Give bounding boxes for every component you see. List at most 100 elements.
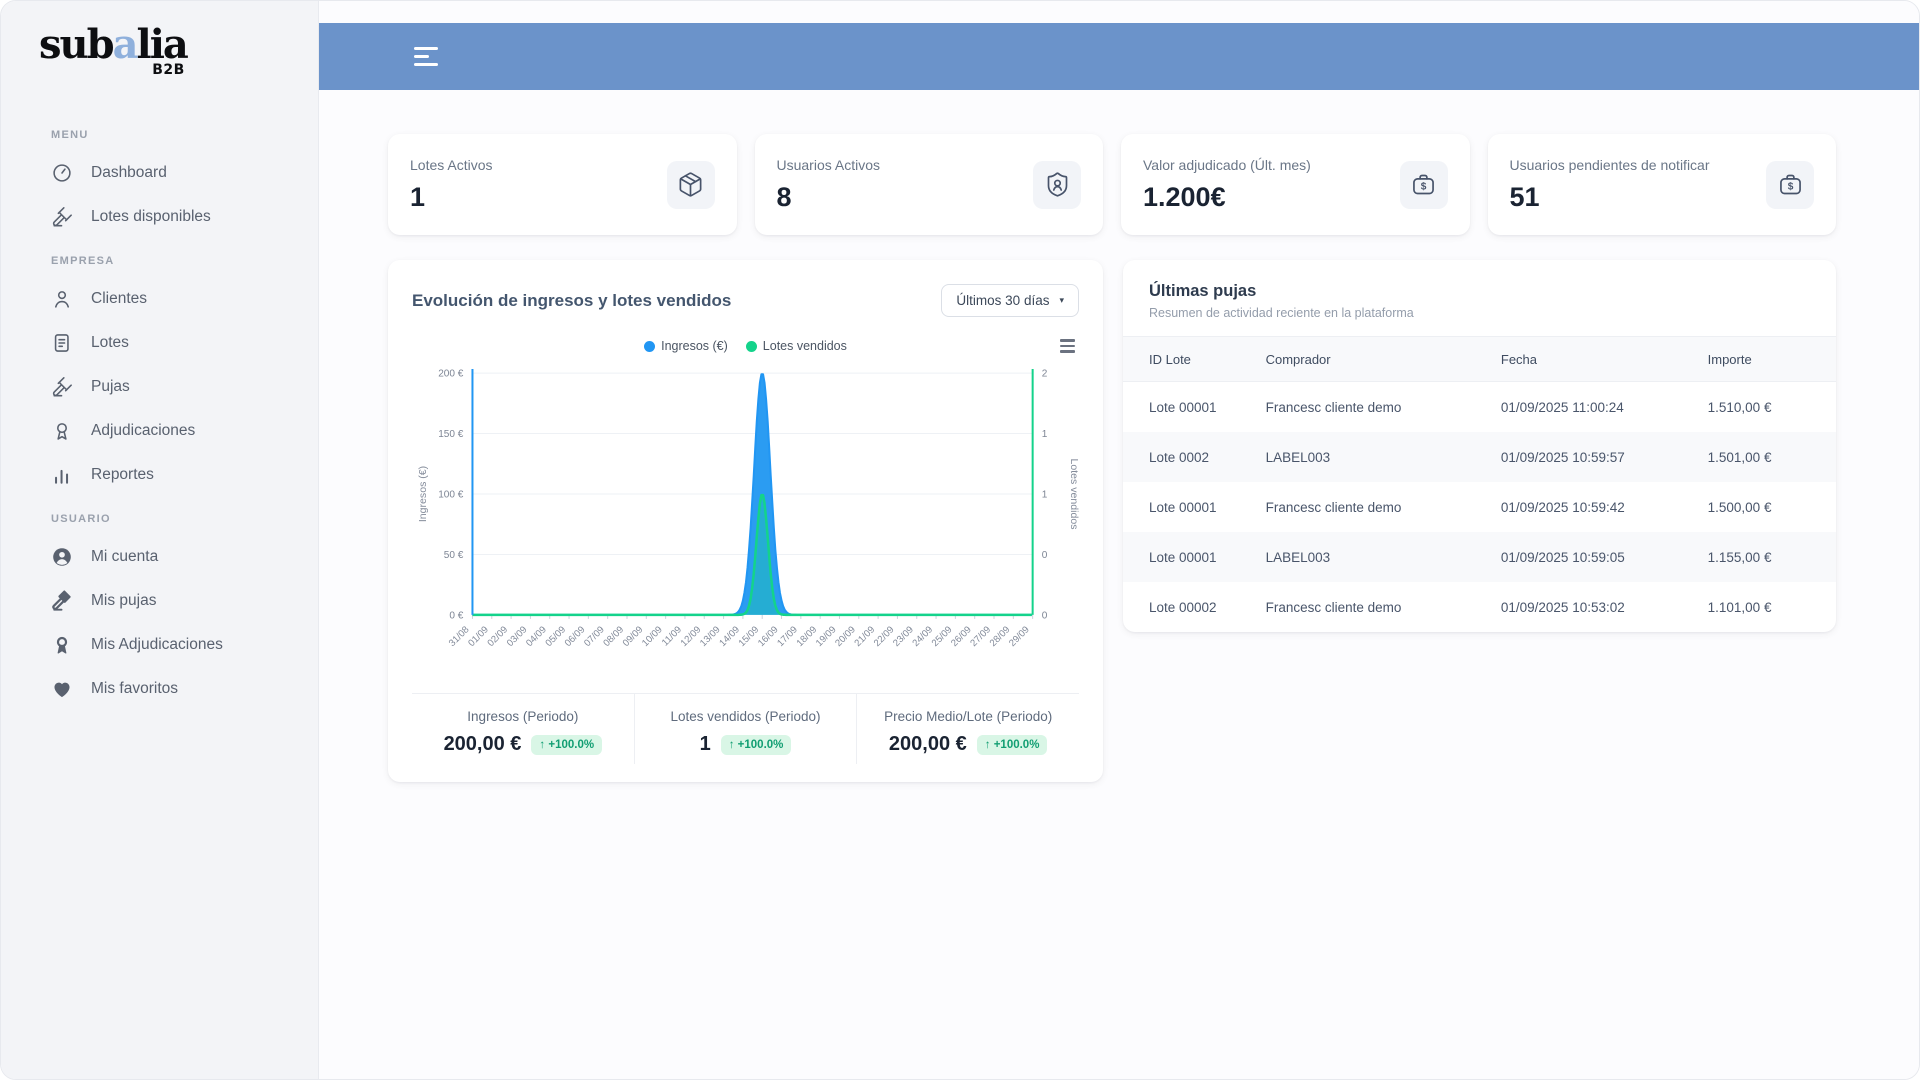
legend-item-lotes-vendidos[interactable]: Lotes vendidos	[745, 339, 847, 353]
main-area: Lotes Activos 1 Usuarios Activos 8 Valor…	[319, 1, 1919, 1079]
sidebar-items-empresa: Clientes Lotes Pujas Adjudicaciones Repo…	[1, 277, 318, 497]
sidebar-item-mis-adjudicaciones[interactable]: Mis Adjudicaciones	[1, 623, 318, 667]
trend-badge: ↑ +100.0%	[531, 734, 603, 755]
svg-text:Ingresos (€): Ingresos (€)	[417, 466, 429, 522]
svg-text:2: 2	[1042, 369, 1048, 380]
gavel-icon	[51, 206, 73, 228]
puja-row[interactable]: Lote 00001 Francesc cliente demo 01/09/2…	[1123, 382, 1836, 432]
cell-comprador: LABEL003	[1265, 449, 1331, 465]
stat-value: 8	[776, 181, 792, 212]
puja-row[interactable]: Lote 00002 Francesc cliente demo 01/09/2…	[1123, 582, 1836, 632]
trend-badge: ↑ +100.0%	[976, 734, 1048, 755]
stat-value: 1.200€	[1143, 181, 1226, 212]
file-icon	[51, 332, 73, 354]
puja-row[interactable]: Lote 00001 Francesc cliente demo 01/09/2…	[1123, 482, 1836, 532]
cell-id-lote: Lote 00001	[1149, 549, 1217, 565]
sidebar-item-reportes[interactable]: Reportes	[1, 453, 318, 497]
app-window: subalia B2B MENU Dashboard Lotes disponi…	[0, 0, 1920, 1080]
svg-text:0: 0	[1042, 550, 1048, 561]
cell-comprador: Francesc cliente demo	[1265, 599, 1402, 615]
dashboard-content: Lotes Activos 1 Usuarios Activos 8 Valor…	[319, 90, 1919, 783]
sidebar-item-mi-cuenta[interactable]: Mi cuenta	[1, 535, 318, 579]
svg-text:10/09: 10/09	[640, 624, 665, 649]
svg-text:01/09: 01/09	[466, 624, 491, 649]
gauge-icon	[51, 162, 73, 184]
svg-text:26/09: 26/09	[949, 624, 974, 649]
sidebar-item-dashboard[interactable]: Dashboard	[1, 151, 318, 195]
svg-text:11/09: 11/09	[660, 624, 684, 648]
cell-id-lote: Lote 00001	[1149, 399, 1217, 415]
cell-fecha: 01/09/2025 10:59:57	[1500, 449, 1625, 465]
cell-importe: 1.510,00 €	[1707, 399, 1772, 415]
hamburger-menu-icon[interactable]	[414, 47, 438, 66]
period-stat-label: Lotes vendidos (Periodo)	[670, 709, 821, 725]
period-stat-value: 1	[699, 733, 711, 756]
chart-footer-stats: Ingresos (Periodo) 200,00 € ↑ +100.0% Lo…	[412, 693, 1079, 765]
date-range-label: Últimos 30 días	[956, 293, 1050, 308]
puja-row[interactable]: Lote 0002 LABEL003 01/09/2025 10:59:57 1…	[1123, 432, 1836, 482]
svg-text:25/09: 25/09	[930, 624, 955, 649]
col-fecha: Fecha	[1500, 351, 1538, 367]
stats-row: Lotes Activos 1 Usuarios Activos 8 Valor…	[388, 134, 1836, 235]
bar-chart-icon	[51, 464, 73, 486]
sidebar-section-menu: MENU Dashboard Lotes disponibles	[1, 113, 318, 239]
period-stat-value: 200,00 €	[443, 733, 522, 756]
cell-importe: 1.500,00 €	[1707, 499, 1772, 515]
legend-dot	[644, 340, 656, 352]
stat-label: Usuarios Activos	[776, 156, 880, 173]
sidebar-section-empresa: EMPRESA Clientes Lotes Pujas Adjudicacio…	[1, 239, 318, 497]
sidebar-item-clientes[interactable]: Clientes	[1, 277, 318, 321]
cell-importe: 1.501,00 €	[1707, 449, 1772, 465]
cell-id-lote: Lote 0002	[1149, 449, 1210, 465]
chart-menu-icon[interactable]	[1058, 337, 1077, 355]
briefcase-dollar-icon: $	[1410, 171, 1437, 198]
svg-text:31/08: 31/08	[447, 624, 472, 649]
sidebar-item-mis-favoritos[interactable]: Mis favoritos	[1, 667, 318, 711]
cell-fecha: 01/09/2025 10:53:02	[1500, 599, 1625, 615]
svg-text:$: $	[1421, 182, 1427, 193]
brand-name: subalia	[39, 21, 189, 68]
svg-text:28/09: 28/09	[988, 624, 1013, 649]
period-stat-label: Ingresos (Periodo)	[467, 709, 579, 725]
sidebar-item-pujas[interactable]: Pujas	[1, 365, 318, 409]
evolution-area-chart: 0 € 0 50 € 0 100 € 1 150 € 1 200 € 2 31/0801/0902/…	[417, 369, 1079, 649]
chart-legend: Ingresos (€) Lotes vendidos	[412, 337, 1079, 355]
legend-item-ingresos[interactable]: Ingresos (€)	[644, 339, 728, 353]
cell-importe: 1.101,00 €	[1707, 599, 1772, 615]
stat-card-valor-adjudicado-ult-mes: Valor adjudicado (Últ. mes) 1.200€ $	[1121, 134, 1470, 235]
svg-text:27/09: 27/09	[968, 624, 993, 649]
date-range-dropdown[interactable]: Últimos 30 días ▾	[941, 284, 1079, 317]
stat-card-usuarios-activos: Usuarios Activos 8	[754, 134, 1103, 235]
stat-label: Valor adjudicado (Últ. mes)	[1143, 156, 1311, 173]
medal-filled-icon	[51, 634, 73, 656]
cell-fecha: 01/09/2025 10:59:05	[1500, 549, 1625, 565]
cell-fecha: 01/09/2025 11:00:24	[1500, 399, 1624, 415]
sidebar-item-mis-pujas[interactable]: Mis pujas	[1, 579, 318, 623]
svg-text:23/09: 23/09	[891, 624, 916, 649]
stat-label: Lotes Activos	[410, 156, 493, 173]
section-label: USUARIO	[51, 513, 111, 525]
svg-text:$: $	[1787, 182, 1793, 193]
stat-label: Usuarios pendientes de notificar	[1509, 156, 1710, 173]
sidebar-item-adjudicaciones[interactable]: Adjudicaciones	[1, 409, 318, 453]
svg-text:12/09: 12/09	[679, 624, 704, 649]
col-id-lote: ID Lote	[1149, 351, 1191, 367]
svg-text:05/09: 05/09	[543, 624, 568, 649]
svg-text:1: 1	[1042, 490, 1048, 501]
sidebar-item-lotes[interactable]: Lotes	[1, 321, 318, 365]
svg-text:21/09: 21/09	[853, 624, 878, 649]
puja-row[interactable]: Lote 00001 LABEL003 01/09/2025 10:59:05 …	[1123, 532, 1836, 582]
svg-text:08/09: 08/09	[601, 624, 626, 649]
cell-id-lote: Lote 00001	[1149, 499, 1217, 515]
period-stat-value: 200,00 €	[888, 733, 967, 756]
svg-text:22/09: 22/09	[872, 624, 897, 649]
stat-value: 51	[1509, 181, 1540, 212]
period-stat-lotes-vendidos-periodo: Lotes vendidos (Periodo) 1 ↑ +100.0%	[633, 694, 857, 765]
cell-id-lote: Lote 00002	[1149, 599, 1217, 615]
stat-card-usuarios-pendientes-de-notificar: Usuarios pendientes de notificar 51 $	[1487, 134, 1836, 235]
period-stat-precio-medio-lote-periodo: Precio Medio/Lote (Periodo) 200,00 € ↑ +…	[856, 694, 1079, 765]
svg-text:13/09: 13/09	[698, 624, 723, 649]
sidebar-item-lotes-disponibles[interactable]: Lotes disponibles	[1, 195, 318, 239]
section-label: MENU	[51, 129, 89, 141]
briefcase-dollar-icon: $	[1777, 171, 1804, 198]
